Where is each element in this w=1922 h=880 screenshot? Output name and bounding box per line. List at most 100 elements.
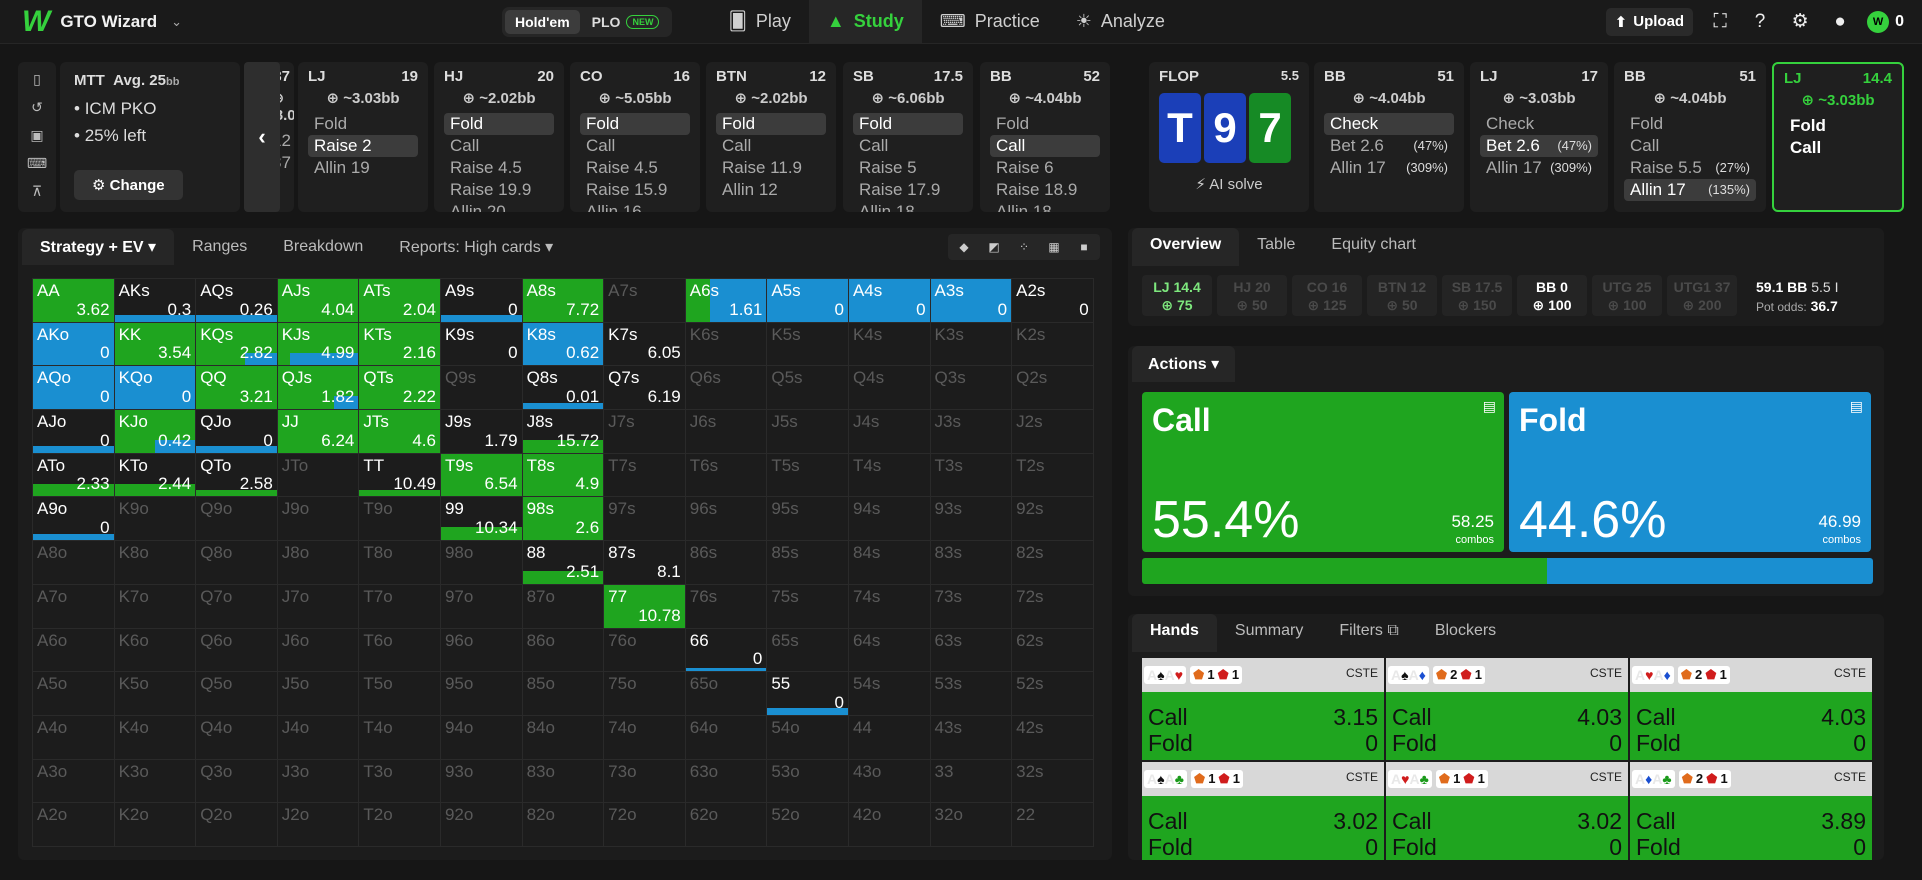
hand-cell[interactable]: T3s	[930, 453, 1013, 498]
save-icon[interactable]: ▣	[30, 124, 43, 146]
player-stack[interactable]: LJ 14.4 ⊕ 75	[1142, 275, 1212, 316]
hand-combo-card[interactable]: A♥A♦ ⬟ 2 ⬟ 1 CSTE Call 4.03 Fold 0	[1630, 658, 1872, 760]
action-option[interactable]: Raise 5.5 (27%)	[1624, 157, 1756, 179]
hand-cell[interactable]: 84o	[522, 715, 605, 760]
position-card[interactable]: BB 52 ⊕ ~4.04bb Fold Call Raise 6 Raise 18.9 Al…	[980, 62, 1110, 212]
call-action-card[interactable]: Call ▤ 55.4% 58.25 combos	[1142, 392, 1504, 552]
hand-cell[interactable]: Q7s 6.19	[604, 366, 686, 411]
hand-cell[interactable]: A8s 7.72	[522, 279, 605, 323]
hand-cell[interactable]: Q8o	[196, 541, 278, 585]
action-option[interactable]: Call	[1784, 137, 1892, 159]
action-option[interactable]: Raise 4.5	[444, 157, 554, 179]
action-option[interactable]: Raise 2	[308, 135, 418, 157]
nav-analyze[interactable]: ☀ Analyze	[1058, 0, 1183, 44]
hand-cell[interactable]: 44	[848, 715, 931, 760]
position-card[interactable]: CO 16 ⊕ ~5.05bb Fold Call Raise 4.5 Raise 15.9…	[570, 62, 700, 212]
action-option[interactable]: Call	[1624, 135, 1756, 157]
hand-cell[interactable]: A6o	[33, 628, 115, 673]
hand-cell[interactable]: T7s	[604, 453, 686, 498]
hand-cell[interactable]: 75s	[767, 584, 849, 629]
hand-cell[interactable]: T4o	[359, 715, 441, 760]
hand-cell[interactable]: 82o	[522, 803, 605, 847]
action-option[interactable]: Allin 17 (309%)	[1324, 157, 1454, 179]
hand-cell[interactable]: T5s	[767, 453, 849, 498]
hand-cell[interactable]: K9s 0	[440, 322, 523, 367]
help-icon[interactable]: ?	[1747, 9, 1773, 35]
hand-cell[interactable]: A2o	[33, 803, 115, 847]
action-option[interactable]: Bet 2.6 (47%)	[1324, 135, 1454, 157]
fold-action-card[interactable]: Fold ▤ 44.6% 46.99 combos	[1509, 392, 1871, 552]
hand-cell[interactable]: 73s	[930, 584, 1013, 629]
action-option[interactable]: Fold	[580, 113, 690, 135]
hand-cell[interactable]: A7s	[604, 279, 686, 323]
hand-cell[interactable]: AQo 0	[33, 366, 115, 411]
hand-cell[interactable]: 43o	[848, 759, 931, 804]
hand-cell[interactable]: 74o	[604, 715, 686, 760]
hand-cell[interactable]: 88 2.51	[522, 541, 605, 585]
hand-cell[interactable]: 62o	[685, 803, 768, 847]
player-stack[interactable]: BTN 12 ⊕ 50	[1367, 275, 1437, 316]
action-option[interactable]: Fold	[444, 113, 554, 135]
hand-cell[interactable]: J9s 1.79	[440, 410, 523, 454]
player-stack[interactable]: CO 16 ⊕ 125	[1292, 275, 1362, 316]
hand-cell[interactable]: 98s 2.6	[522, 497, 605, 542]
hand-cell[interactable]: ATo 2.33	[33, 453, 115, 498]
hand-cell[interactable]: JJ 6.24	[277, 410, 360, 454]
hand-cell[interactable]: ATs 2.04	[359, 279, 441, 323]
action-option[interactable]: Raise 5	[853, 157, 963, 179]
split-icon[interactable]: ◩	[980, 236, 1008, 258]
hand-cell[interactable]: AQs 0.26	[196, 279, 278, 323]
hand-cell[interactable]: TT 10.49	[359, 453, 441, 498]
tab-breakdown[interactable]: Breakdown	[265, 230, 381, 264]
hand-cell[interactable]: AJo 0	[33, 410, 115, 454]
tab-equity-chart[interactable]: Equity chart	[1313, 228, 1433, 266]
hand-cell[interactable]: 63s	[930, 628, 1013, 673]
hand-cell[interactable]: AKo 0	[33, 322, 115, 367]
hand-cell[interactable]: AA 3.62	[33, 279, 115, 323]
hand-cell[interactable]: 96s	[685, 497, 768, 542]
hand-cell[interactable]: 42o	[848, 803, 931, 847]
action-option[interactable]: Allin 17 (135%)	[1624, 179, 1756, 201]
hand-cell[interactable]: 95s	[767, 497, 849, 542]
hand-cell[interactable]: JTo	[277, 453, 360, 498]
action-option[interactable]: Call	[990, 135, 1100, 157]
hand-cell[interactable]: 55 0	[767, 672, 849, 716]
hand-cell[interactable]: QQ 3.21	[196, 366, 278, 411]
tab-overview[interactable]: Overview	[1132, 228, 1240, 266]
hand-cell[interactable]: 73o	[604, 759, 686, 804]
hand-cell[interactable]: A6s 1.61	[685, 279, 768, 323]
chevron-down-icon[interactable]: ⌄	[171, 14, 182, 30]
hand-cell[interactable]: T3o	[359, 759, 441, 804]
change-button[interactable]: ⚙ Change	[74, 170, 183, 200]
hand-cell[interactable]: 92o	[440, 803, 523, 847]
hand-cell[interactable]: 92s	[1012, 497, 1094, 542]
action-option[interactable]: Allin 12	[716, 179, 826, 201]
hand-cell[interactable]: KQo 0	[114, 366, 197, 411]
hand-cell[interactable]: J6o	[277, 628, 360, 673]
action-option[interactable]: Allin 17 (309%)	[1480, 157, 1598, 179]
account-icon[interactable]: ●	[1827, 9, 1853, 35]
hand-cell[interactable]: 43s	[930, 715, 1013, 760]
hand-cell[interactable]: 85s	[767, 541, 849, 585]
hand-cell[interactable]: Q9o	[196, 497, 278, 542]
action-option[interactable]: Fold	[1784, 115, 1892, 137]
nav-practice[interactable]: ⌨ Practice	[922, 0, 1058, 44]
hand-cell[interactable]: A4s 0	[848, 279, 931, 323]
hand-cell[interactable]: 74s	[848, 584, 931, 629]
tab-strategy-ev[interactable]: Strategy + EV ▾	[22, 229, 175, 265]
action-option[interactable]: Call	[853, 135, 963, 157]
hand-cell[interactable]: Q6o	[196, 628, 278, 673]
action-option[interactable]: Fold	[716, 113, 826, 135]
hand-cell[interactable]: K7o	[114, 584, 197, 629]
grid-icon[interactable]: ▦	[1040, 236, 1068, 258]
hand-cell[interactable]: Q7o	[196, 584, 278, 629]
scroll-left-button[interactable]: ‹	[244, 62, 280, 212]
hand-cell[interactable]: K6s	[685, 322, 768, 367]
hand-cell[interactable]: KK 3.54	[114, 322, 197, 367]
hand-cell[interactable]: 87s 8.1	[604, 541, 686, 585]
hand-cell[interactable]: J2o	[277, 803, 360, 847]
hand-cell[interactable]: K8o	[114, 541, 197, 585]
screenshot-icon[interactable]: ⛶	[1707, 9, 1733, 35]
hand-cell[interactable]: J5o	[277, 672, 360, 716]
action-option[interactable]: Raise 6	[990, 157, 1100, 179]
